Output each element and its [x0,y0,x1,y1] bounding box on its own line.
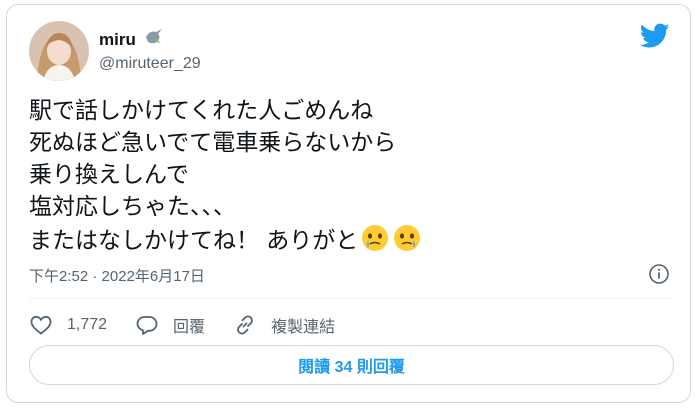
copy-link-button[interactable]: 複製連結 [233,313,335,337]
reply-bubble-icon [136,316,158,335]
tweet-timestamp[interactable]: 下午2:52 · 2022年6月17日 [29,265,205,286]
divider [29,298,670,299]
like-count: 1,772 [67,316,108,333]
tweet-text-line: 死ぬほど急いでて電車乗らないから [29,130,397,156]
tweet-text-line: またはなしかけてね！ ありがと [29,228,359,254]
twitter-bird-icon[interactable] [639,23,670,49]
read-replies-label: 閱讀 34 則回覆 [298,359,405,376]
heart-icon [30,315,52,335]
like-button[interactable]: 1,772 [29,313,107,337]
author-handle[interactable]: @miruteer_29 [99,55,201,73]
display-name[interactable]: miru [99,30,136,50]
dove-icon [144,28,164,51]
link-icon [237,315,253,335]
author-name-row[interactable]: miru [99,28,164,51]
tweet-text-line-with-emoji: またはなしかけてね！ ありがと [29,223,422,257]
reply-label: 回覆 [173,319,206,336]
tweet-text-line: 駅で話しかけてくれた人ごめんね [29,98,374,124]
tweet-card: miru @miruteer_29 駅で話しかけてくれた人ごめんね 死ぬほど急いで… [6,4,691,403]
avatar[interactable] [29,21,89,81]
face-holding-back-tears-icon [360,223,390,253]
read-replies-button[interactable]: 閱讀 34 則回覆 [29,345,674,385]
info-icon[interactable] [648,263,670,285]
face-holding-back-tears-icon [392,223,422,253]
tweet-text-line: 塩対応しちゃた、、、 [29,194,236,220]
avatar-image [29,21,89,81]
tweet-text: 駅で話しかけてくれた人ごめんね 死ぬほど急いでて電車乗らないから 乗り換えしんで塩対… [29,95,422,257]
reply-button[interactable]: 回覆 [135,313,205,337]
copy-link-label: 複製連結 [271,319,336,336]
tweet-text-line: 乗り換えしんで [29,162,189,188]
tweet-actions: 1,772 回覆 複製連結 [29,310,363,340]
